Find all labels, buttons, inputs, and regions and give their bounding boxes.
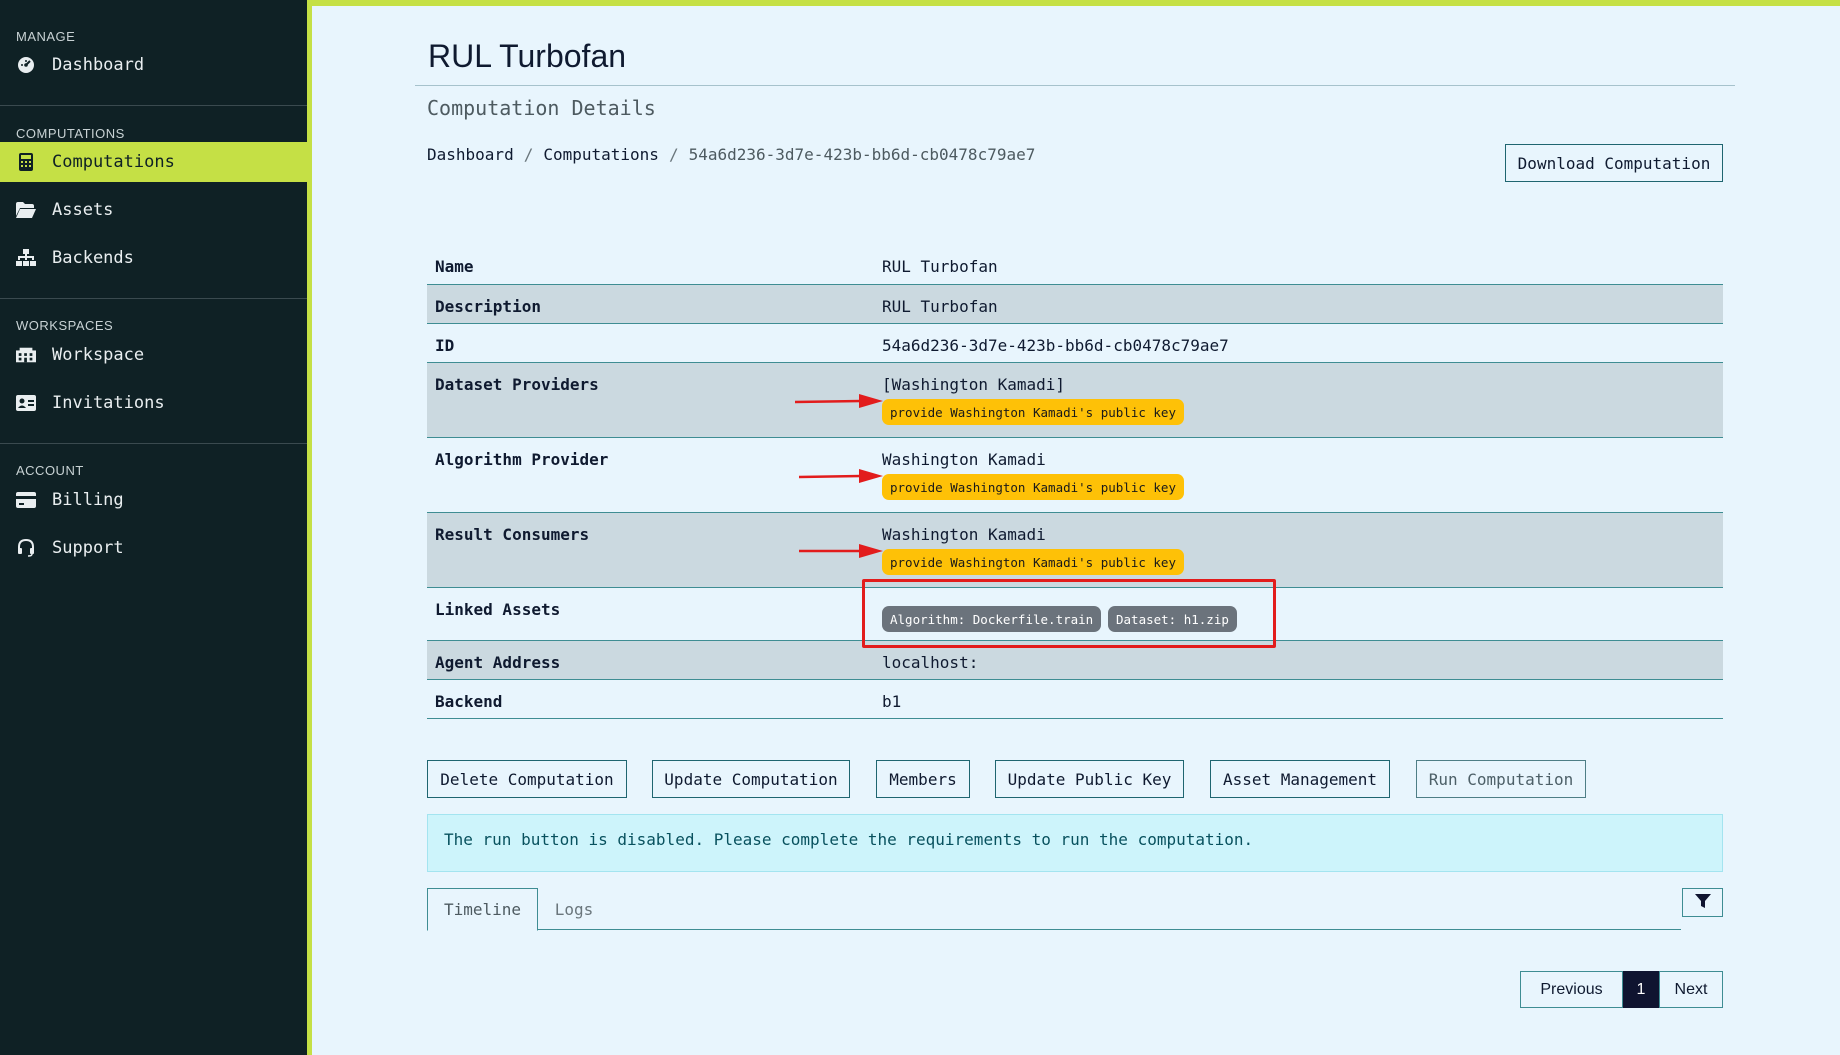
pagination-previous-button[interactable]: Previous xyxy=(1520,971,1623,1008)
tab-logs[interactable]: Logs xyxy=(538,888,610,930)
sidebar-divider xyxy=(0,298,307,299)
run-computation-button[interactable]: Run Computation xyxy=(1416,760,1586,798)
table-row-name: Name RUL Turbofan xyxy=(427,245,1723,285)
row-label: ID xyxy=(435,336,455,355)
sidebar-item-backends[interactable]: Backends xyxy=(0,238,310,278)
table-row-backend: Backend b1 xyxy=(427,680,1723,719)
building-icon xyxy=(16,345,36,365)
row-label: Linked Assets xyxy=(435,600,561,619)
sidebar-item-support[interactable]: Support xyxy=(0,528,310,568)
sidebar-item-billing[interactable]: Billing xyxy=(0,480,310,520)
row-value: localhost: xyxy=(882,653,979,672)
row-label: Result Consumers xyxy=(435,525,590,544)
title-divider xyxy=(415,85,1735,86)
breadcrumb-dashboard[interactable]: Dashboard xyxy=(427,145,514,164)
row-label: Algorithm Provider xyxy=(435,450,609,469)
sidebar-divider xyxy=(0,105,307,106)
filter-button[interactable] xyxy=(1682,888,1723,917)
annotation-arrow-icon xyxy=(799,544,883,558)
sitemap-icon xyxy=(16,248,36,268)
row-label: Description xyxy=(435,297,541,316)
sidebar-item-workspace[interactable]: Workspace xyxy=(0,335,310,375)
page-title: RUL Turbofan xyxy=(428,38,627,74)
breadcrumb: Dashboard / Computations / 54a6d236-3d7e… xyxy=(427,145,1035,164)
run-disabled-alert: The run button is disabled. Please compl… xyxy=(427,814,1723,872)
table-row-dataset-providers: Dataset Providers [Washington Kamadi] pr… xyxy=(427,363,1723,438)
table-row-id: ID 54a6d236-3d7e-423b-bb6d-cb0478c79ae7 xyxy=(427,324,1723,363)
sidebar-item-label: Invitations xyxy=(52,393,165,413)
table-row-algorithm-provider: Algorithm Provider Washington Kamadi pro… xyxy=(427,438,1723,513)
annotation-arrow-icon xyxy=(795,394,883,408)
sidebar-divider xyxy=(0,443,307,444)
sidebar-item-computations[interactable]: Computations xyxy=(0,142,310,182)
section-title-manage: MANAGE xyxy=(16,29,76,44)
update-computation-button[interactable]: Update Computation xyxy=(652,760,850,798)
dashboard-gauge-icon xyxy=(16,55,36,75)
row-value: [Washington Kamadi] xyxy=(882,375,1066,394)
section-title-workspaces: WORKSPACES xyxy=(16,318,114,333)
headset-icon xyxy=(16,538,36,558)
asset-management-button[interactable]: Asset Management xyxy=(1210,760,1390,798)
row-value: b1 xyxy=(882,692,902,711)
download-computation-button[interactable]: Download Computation xyxy=(1505,144,1723,182)
sidebar-item-label: Backends xyxy=(52,248,134,268)
credit-card-icon xyxy=(16,490,36,510)
row-value: Washington Kamadi xyxy=(882,525,1046,544)
breadcrumb-separator: / xyxy=(523,145,534,164)
id-card-icon xyxy=(16,393,36,413)
missing-key-badge: provide Washington Kamadi's public key xyxy=(882,549,1184,575)
row-label: Name xyxy=(435,257,474,276)
section-title-account: ACCOUNT xyxy=(16,463,84,478)
sidebar-item-dashboard[interactable]: Dashboard xyxy=(0,45,310,85)
annotation-arrow-icon xyxy=(799,469,883,483)
row-value: Washington Kamadi xyxy=(882,450,1046,469)
pagination-next-button[interactable]: Next xyxy=(1659,971,1723,1008)
sidebar-item-invitations[interactable]: Invitations xyxy=(0,383,310,423)
row-value: 54a6d236-3d7e-423b-bb6d-cb0478c79ae7 xyxy=(882,336,1229,355)
members-button[interactable]: Members xyxy=(876,760,970,798)
breadcrumb-separator: / xyxy=(668,145,679,164)
sidebar-item-label: Billing xyxy=(52,490,124,510)
row-label: Dataset Providers xyxy=(435,375,599,394)
section-title-computations: COMPUTATIONS xyxy=(16,126,125,141)
sidebar-item-label: Dashboard xyxy=(52,55,145,75)
pagination-page-1[interactable]: 1 xyxy=(1623,971,1659,1008)
table-row-result-consumers: Result Consumers Washington Kamadi provi… xyxy=(427,513,1723,588)
row-value: RUL Turbofan xyxy=(882,297,998,316)
sidebar-item-label: Computations xyxy=(52,152,175,172)
sidebar-item-assets[interactable]: Assets xyxy=(0,190,310,230)
sidebar-item-label: Support xyxy=(52,538,124,558)
tab-bar: Timeline Logs xyxy=(427,888,1681,931)
delete-computation-button[interactable]: Delete Computation xyxy=(427,760,627,798)
tab-timeline[interactable]: Timeline xyxy=(427,888,538,931)
page-subtitle: Computation Details xyxy=(427,96,656,120)
breadcrumb-computations[interactable]: Computations xyxy=(543,145,659,164)
missing-key-badge: provide Washington Kamadi's public key xyxy=(882,399,1184,425)
folder-open-icon xyxy=(16,200,36,220)
row-label: Backend xyxy=(435,692,503,711)
annotation-highlight-box xyxy=(862,579,1276,648)
row-value: RUL Turbofan xyxy=(882,257,998,276)
filter-icon xyxy=(1694,893,1711,912)
sidebar-accent-bar xyxy=(307,0,312,1055)
row-label: Agent Address xyxy=(435,653,561,672)
calculator-icon xyxy=(16,152,36,172)
top-accent-bar xyxy=(312,0,1840,6)
sidebar-item-label: Workspace xyxy=(52,345,145,365)
sidebar: MANAGE Dashboard COMPUTATIONS Computatio… xyxy=(0,0,310,1055)
breadcrumb-current-id: 54a6d236-3d7e-423b-bb6d-cb0478c79ae7 xyxy=(688,145,1036,164)
table-row-description: Description RUL Turbofan xyxy=(427,285,1723,324)
update-public-key-button[interactable]: Update Public Key xyxy=(995,760,1184,798)
sidebar-item-label: Assets xyxy=(52,200,114,220)
missing-key-badge: provide Washington Kamadi's public key xyxy=(882,474,1184,500)
